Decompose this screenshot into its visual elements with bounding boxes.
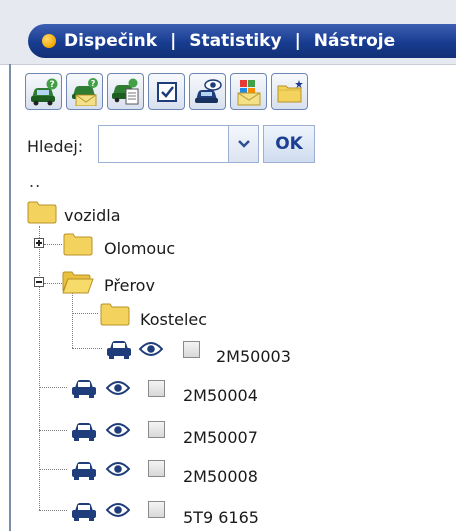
vehicle-plate[interactable]: 2M50004 bbox=[183, 386, 258, 405]
car-icon bbox=[72, 462, 96, 480]
car-icon bbox=[72, 380, 96, 398]
eye-icon[interactable] bbox=[106, 502, 130, 518]
tree-folder-olomouc[interactable]: Olomouc bbox=[104, 239, 175, 258]
car-view-button[interactable] bbox=[189, 73, 226, 110]
svg-text:?: ? bbox=[49, 80, 54, 90]
eye-icon[interactable] bbox=[106, 422, 130, 438]
car-icon bbox=[72, 503, 96, 521]
tree-connector bbox=[72, 313, 98, 314]
panel-border bbox=[9, 64, 11, 531]
vehicle-checkbox[interactable] bbox=[148, 380, 165, 397]
folder-icon bbox=[63, 233, 93, 256]
car-copy-icon bbox=[111, 78, 138, 104]
top-navigation-bar: Dispečink | Statistiky | Nástroje bbox=[0, 0, 456, 65]
tree-connector bbox=[39, 510, 67, 511]
search-dropdown-button[interactable] bbox=[229, 125, 259, 163]
eye-icon[interactable] bbox=[106, 461, 130, 477]
collapse-toggle[interactable] bbox=[34, 277, 44, 287]
ok-button[interactable]: OK bbox=[263, 125, 315, 163]
checkbox-icon bbox=[156, 81, 177, 102]
group-mail-button[interactable] bbox=[230, 73, 267, 110]
vehicle-checkbox[interactable] bbox=[148, 460, 165, 477]
menu-separator: | bbox=[294, 31, 301, 51]
tree-folder-kostelec[interactable]: Kostelec bbox=[140, 310, 207, 329]
group-mail-icon bbox=[237, 79, 260, 105]
tree-folder-prerov[interactable]: Přerov bbox=[104, 276, 155, 295]
vehicle-plate[interactable]: 2M50007 bbox=[183, 428, 258, 447]
tree-connector bbox=[39, 430, 67, 431]
status-dot-icon bbox=[42, 34, 56, 48]
car-mail-question-icon: ? bbox=[71, 77, 98, 106]
tree-connector bbox=[72, 293, 73, 348]
tree-connector bbox=[44, 244, 62, 245]
car-icon bbox=[107, 341, 131, 359]
car-question-button[interactable]: ? bbox=[25, 73, 62, 110]
new-folder-icon bbox=[277, 79, 303, 102]
eye-icon[interactable] bbox=[106, 380, 130, 396]
expand-toggle[interactable] bbox=[34, 238, 44, 248]
svg-text:?: ? bbox=[90, 79, 95, 88]
vehicle-checkbox[interactable] bbox=[148, 501, 165, 518]
folder-icon bbox=[27, 201, 57, 224]
vehicle-plate[interactable]: 5T9 6165 bbox=[183, 508, 259, 527]
menu-item-nastroje[interactable]: Nástroje bbox=[314, 31, 395, 51]
main-menu: Dispečink | Statistiky | Nástroje bbox=[28, 24, 456, 58]
car-icon bbox=[72, 423, 96, 441]
car-copy-button[interactable] bbox=[107, 73, 144, 110]
tree-connector bbox=[44, 283, 62, 284]
parent-folder-link[interactable]: .. bbox=[29, 172, 41, 191]
car-mail-question-button[interactable]: ? bbox=[66, 73, 103, 110]
checkbox-button[interactable] bbox=[148, 73, 185, 110]
search-input[interactable] bbox=[98, 125, 229, 163]
menu-separator: | bbox=[170, 31, 177, 51]
search-label: Hledej: bbox=[27, 137, 84, 156]
eye-icon[interactable] bbox=[139, 341, 163, 357]
tree-connector bbox=[39, 469, 67, 470]
vehicle-toolbar: ? ? bbox=[25, 73, 310, 115]
vehicle-plate[interactable]: 2M50008 bbox=[183, 467, 258, 486]
tree-connector bbox=[72, 348, 102, 349]
vehicle-checkbox[interactable] bbox=[148, 421, 165, 438]
menu-item-dispecink[interactable]: Dispečink bbox=[64, 31, 157, 51]
menu-item-statistiky[interactable]: Statistiky bbox=[189, 31, 281, 51]
open-folder-icon bbox=[62, 271, 94, 294]
vehicle-plate[interactable]: 2M50003 bbox=[216, 347, 291, 366]
new-folder-button[interactable] bbox=[271, 73, 308, 110]
car-question-icon: ? bbox=[30, 78, 57, 105]
folder-icon bbox=[100, 303, 130, 326]
car-view-icon bbox=[194, 78, 222, 103]
chevron-down-icon bbox=[237, 140, 250, 148]
tree-connector bbox=[39, 387, 67, 388]
vehicle-checkbox[interactable] bbox=[183, 341, 200, 358]
tree-folder-vozidla[interactable]: vozidla bbox=[64, 206, 121, 225]
tree-connector bbox=[39, 226, 40, 510]
